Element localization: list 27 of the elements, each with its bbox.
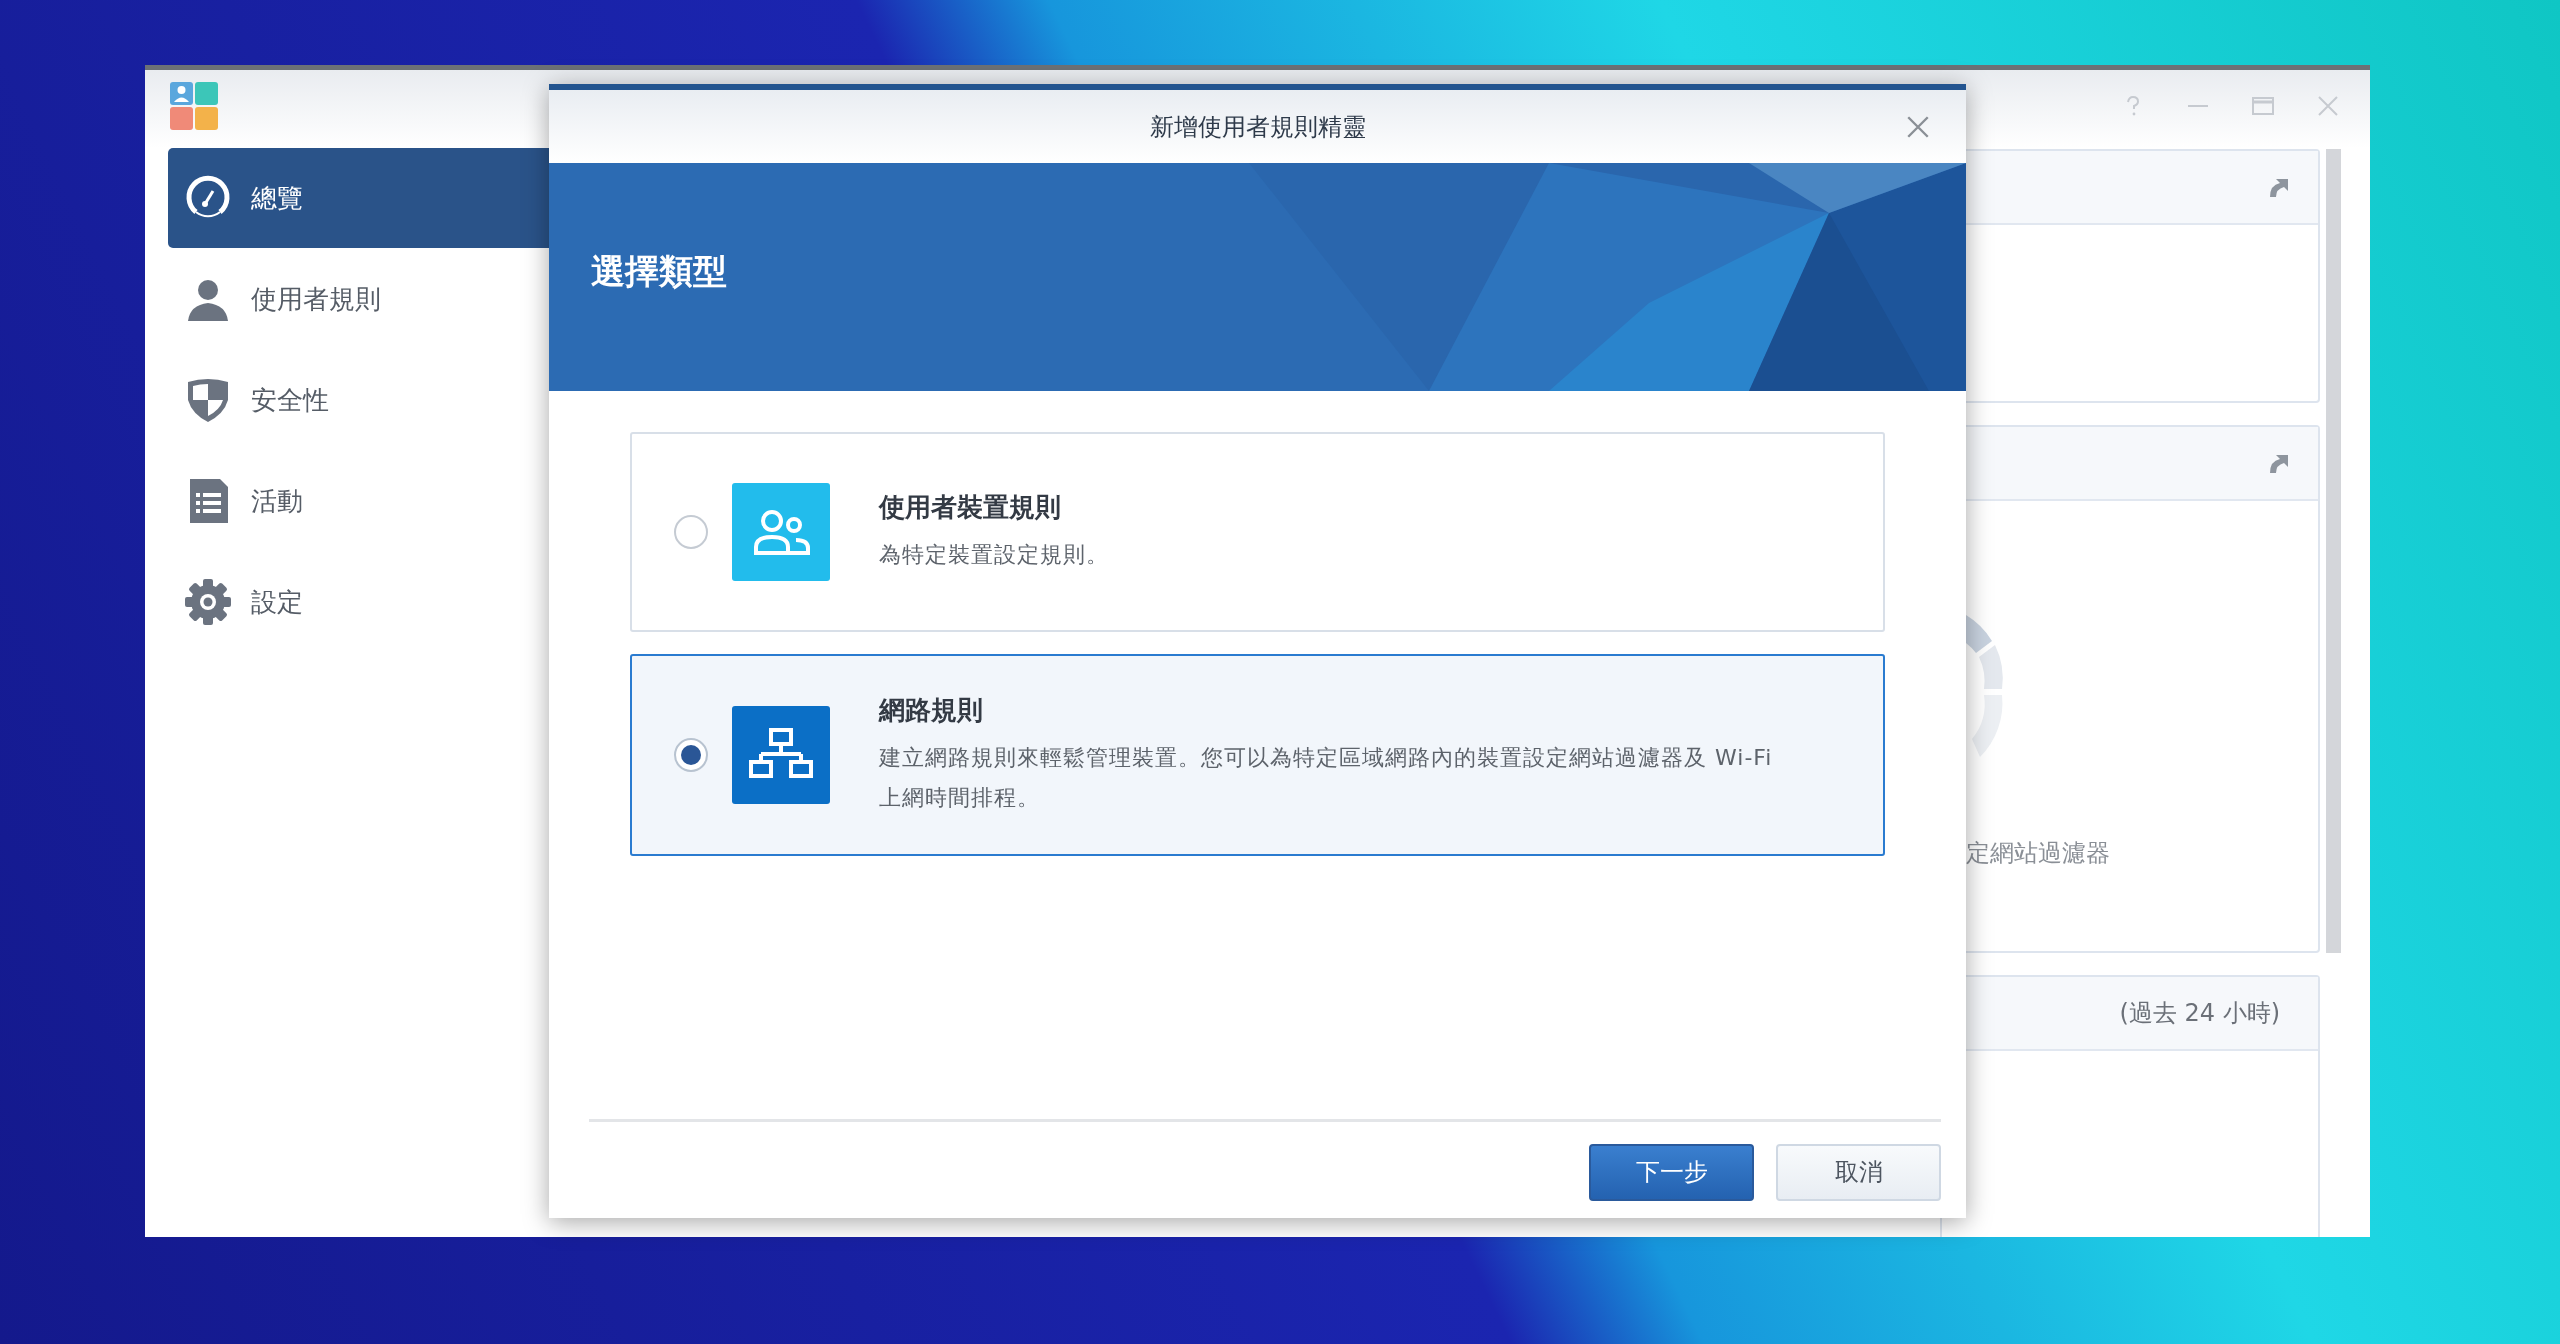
sidebar-item[interactable]: 總覽 <box>168 148 549 248</box>
sidebar-item[interactable]: 設定 <box>168 552 549 652</box>
close-icon[interactable] <box>2316 94 2340 118</box>
maximize-icon[interactable] <box>2251 94 2275 118</box>
gear-icon <box>184 578 232 626</box>
option-description: 建立網路規則來輕鬆管理裝置。您可以為特定區域網路內的裝置設定網站過濾器及 Wi-Fi 上網時間排程。 <box>879 743 1774 812</box>
app-logo-icon <box>170 82 218 130</box>
network-icon <box>732 706 830 804</box>
option-title: 網路規則 <box>879 693 984 727</box>
users-icon <box>732 483 830 581</box>
dialog-title: 新增使用者規則精靈 <box>1149 111 1366 143</box>
option-card[interactable]: 網路規則 建立網路規則來輕鬆管理裝置。您可以為特定區域網路內的裝置設定網站過濾器及 Wi-Fi 上網時間排程。 <box>630 654 1885 856</box>
sidebar-item[interactable]: 安全性 <box>168 350 549 450</box>
sidebar-item[interactable]: 使用者規則 <box>168 249 549 349</box>
option-title: 使用者裝置規則 <box>879 490 1062 524</box>
radio-button[interactable] <box>674 515 708 549</box>
radio-button[interactable] <box>674 738 708 772</box>
legend-label: 定網站過濾器 <box>1966 838 2110 869</box>
next-button[interactable]: 下一步 <box>1589 1143 1754 1201</box>
sidebar-item[interactable]: 活動 <box>168 451 549 551</box>
close-icon[interactable] <box>1905 114 1931 140</box>
option-description: 為特定裝置設定規則。 <box>879 540 1110 569</box>
step-title: 選擇類型 <box>591 250 727 293</box>
time-range-label: (過去 24 小時) <box>2119 998 2281 1029</box>
option-card[interactable]: 使用者裝置規則 為特定裝置設定規則。 <box>630 432 1885 632</box>
scrollbar[interactable] <box>2326 149 2341 953</box>
cancel-button[interactable]: 取消 <box>1776 1143 1941 1201</box>
